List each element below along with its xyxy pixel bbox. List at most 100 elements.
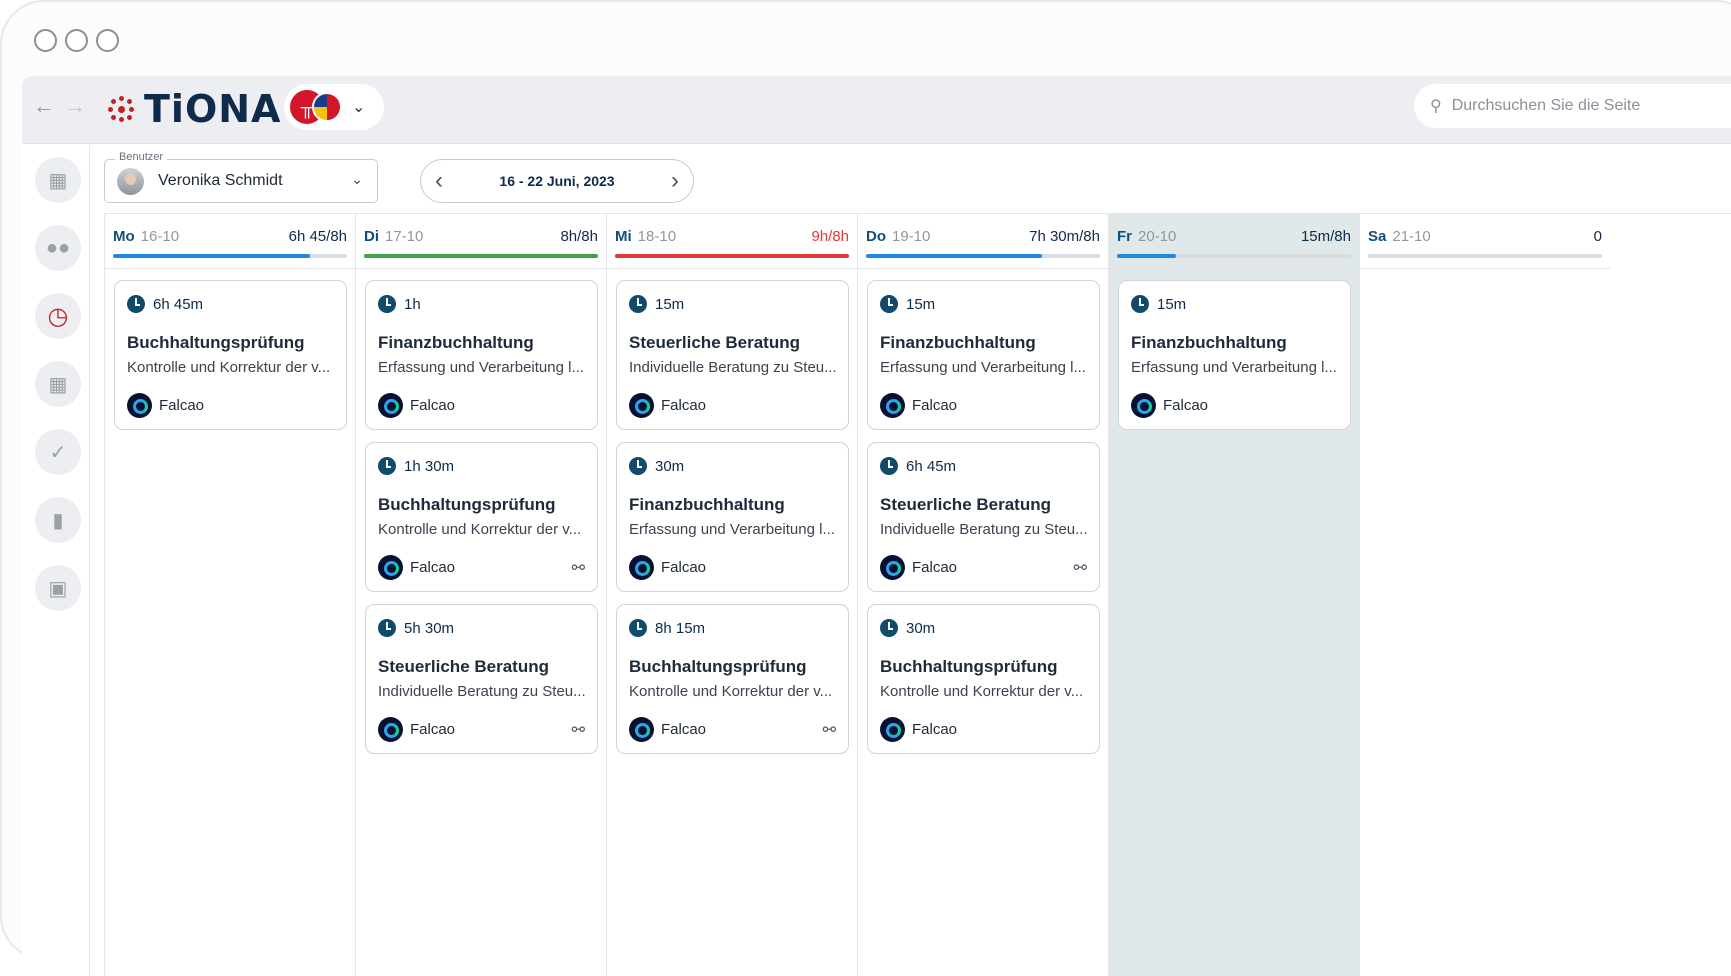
day-label: Mi 18-10 bbox=[615, 228, 676, 245]
entry-duration: 6h 45m bbox=[880, 457, 1087, 475]
duration-text: 15m bbox=[655, 295, 685, 313]
time-add-icon[interactable]: ◷ bbox=[35, 293, 81, 339]
entry-title: Finanzbuchhaltung bbox=[629, 495, 785, 514]
clock-icon bbox=[629, 457, 647, 475]
client-logo-icon bbox=[1131, 393, 1156, 418]
team-icon[interactable]: ●● bbox=[35, 225, 81, 271]
duration-text: 6h 45m bbox=[153, 295, 204, 313]
entry-title: Buchhaltungsprüfung bbox=[378, 495, 556, 514]
client-logo-icon bbox=[880, 393, 905, 418]
time-entry-card[interactable]: 15m Steuerliche Beratung Individuelle Bera… bbox=[616, 280, 849, 430]
entry-client: Falcao bbox=[378, 393, 585, 418]
day-date: 21-10 bbox=[1392, 228, 1431, 245]
entry-duration: 15m bbox=[880, 295, 1087, 313]
clock-icon bbox=[1131, 295, 1149, 313]
link-icon[interactable]: ⚯ bbox=[823, 720, 836, 740]
day-name: Fr bbox=[1117, 228, 1132, 245]
arrow-left-icon[interactable]: ← bbox=[33, 93, 55, 119]
client-name: Falcao bbox=[661, 721, 707, 738]
day-hours: 8h/8h bbox=[560, 228, 598, 245]
briefcase-icon[interactable]: ▣ bbox=[35, 565, 81, 611]
task-check-icon[interactable]: ✓ bbox=[35, 429, 81, 475]
chevron-down-icon: ⌄ bbox=[351, 171, 363, 187]
client-logo-icon bbox=[880, 717, 905, 742]
entry-duration: 15m bbox=[1131, 295, 1338, 313]
next-week-button[interactable]: › bbox=[671, 167, 679, 195]
day-column-mo: Mo 16-10 6h 45/8h 6h 45m Buchhaltungsprüfung… bbox=[104, 214, 355, 976]
day-header: Fr 20-10 15m/8h bbox=[1117, 228, 1351, 245]
document-icon[interactable]: ▮ bbox=[35, 497, 81, 543]
client-logo-icon bbox=[378, 393, 403, 418]
day-header-divider bbox=[858, 268, 1108, 269]
previous-week-button[interactable]: ‹ bbox=[435, 167, 443, 195]
entry-client: Falcao bbox=[629, 555, 836, 580]
tenant-switcher[interactable]: ╥ ⌄ bbox=[284, 84, 384, 130]
clock-icon bbox=[629, 295, 647, 313]
entry-duration: 6h 45m bbox=[127, 295, 334, 313]
day-date: 20-10 bbox=[1138, 228, 1177, 245]
logo-mark-icon bbox=[106, 94, 136, 124]
clock-icon bbox=[880, 295, 898, 313]
client-logo-icon bbox=[629, 393, 654, 418]
search-placeholder: Durchsuchen Sie die Seite bbox=[1451, 97, 1641, 114]
link-icon[interactable]: ⚯ bbox=[1074, 558, 1087, 578]
duration-text: 15m bbox=[1157, 295, 1187, 313]
client-logo-icon bbox=[127, 393, 152, 418]
week-columns: Mo 16-10 6h 45/8h 6h 45m Buchhaltungsprüfung… bbox=[104, 213, 1731, 976]
clock-icon bbox=[880, 457, 898, 475]
duration-text: 5h 30m bbox=[404, 619, 455, 637]
duration-text: 1h 30m bbox=[404, 457, 455, 475]
time-entry-card[interactable]: 30m Buchhaltungsprüfung Kontrolle und Korr… bbox=[867, 604, 1100, 754]
clock-icon bbox=[378, 457, 396, 475]
sidebar: ▦ ●● ◷ ▦ ✓ ▮ ▣ bbox=[22, 145, 90, 976]
duration-text: 6h 45m bbox=[906, 457, 957, 475]
duration-text: 30m bbox=[906, 619, 936, 637]
time-entry-card[interactable]: 8h 15m Buchhaltungsprüfung Kontrolle und K… bbox=[616, 604, 849, 754]
client-logo-icon bbox=[629, 717, 654, 742]
entry-client: Falcao ⚯ bbox=[880, 555, 1087, 580]
timesheet-main: Benutzer Veronika Schmidt ⌄ ‹ 16 - 22 Ju… bbox=[90, 145, 1731, 976]
time-entry-card[interactable]: 6h 45m Steuerliche Beratung Individuelle B… bbox=[867, 442, 1100, 592]
arrow-right-icon[interactable]: → bbox=[64, 93, 86, 119]
calendar-icon[interactable]: ▦ bbox=[35, 361, 81, 407]
day-header: Mo 16-10 6h 45/8h bbox=[113, 228, 347, 245]
day-header: Do 19-10 7h 30m/8h bbox=[866, 228, 1100, 245]
entry-description: Erfassung und Verarbeitung l... bbox=[880, 359, 1086, 376]
clock-icon bbox=[880, 619, 898, 637]
entry-description: Kontrolle und Korrektur der v... bbox=[378, 521, 582, 538]
time-entry-card[interactable]: 15m Finanzbuchhaltung Erfassung und Verarb… bbox=[1118, 280, 1351, 430]
client-name: Falcao bbox=[410, 397, 456, 414]
entry-title: Finanzbuchhaltung bbox=[1131, 333, 1287, 352]
client-logo-icon bbox=[880, 555, 905, 580]
day-progress-bar bbox=[1368, 254, 1602, 258]
day-header-divider bbox=[1360, 268, 1610, 269]
close-window-button[interactable] bbox=[34, 29, 57, 52]
time-entry-card[interactable]: 6h 45m Buchhaltungsprüfung Kontrolle und K… bbox=[114, 280, 347, 430]
day-progress-bar bbox=[364, 254, 598, 258]
day-name: Sa bbox=[1368, 228, 1387, 245]
day-hours: 0 bbox=[1593, 228, 1602, 245]
day-hours: 7h 30m/8h bbox=[1029, 228, 1100, 245]
minimize-window-button[interactable] bbox=[65, 29, 88, 52]
entry-description: Kontrolle und Korrektur der v... bbox=[127, 359, 331, 376]
entry-title: Finanzbuchhaltung bbox=[378, 333, 534, 352]
time-entry-card[interactable]: 1h Finanzbuchhaltung Erfassung und Verarbe… bbox=[365, 280, 598, 430]
day-name: Mo bbox=[113, 228, 135, 245]
link-icon[interactable]: ⚯ bbox=[572, 720, 585, 740]
time-entry-card[interactable]: 5h 30m Steuerliche Beratung Individuelle B… bbox=[365, 604, 598, 754]
client-name: Falcao bbox=[912, 721, 958, 738]
logo[interactable]: TiONA bbox=[106, 87, 281, 131]
time-entry-card[interactable]: 1h 30m Buchhaltungsprüfung Kontrolle und K… bbox=[365, 442, 598, 592]
entry-client: Falcao ⚯ bbox=[629, 717, 836, 742]
duration-text: 1h bbox=[404, 295, 421, 313]
day-progress-fill bbox=[866, 254, 1042, 258]
time-entry-card[interactable]: 30m Finanzbuchhaltung Erfassung und Verarb… bbox=[616, 442, 849, 592]
time-entry-card[interactable]: 15m Finanzbuchhaltung Erfassung und Verarb… bbox=[867, 280, 1100, 430]
week-range: 16 - 22 Juni, 2023 bbox=[499, 173, 615, 189]
maximize-window-button[interactable] bbox=[96, 29, 119, 52]
search-field[interactable]: ⚲ Durchsuchen Sie die Seite bbox=[1414, 84, 1731, 128]
dashboard-icon[interactable]: ▦ bbox=[35, 157, 81, 203]
user-select[interactable]: Benutzer Veronika Schmidt ⌄ bbox=[104, 151, 378, 203]
link-icon[interactable]: ⚯ bbox=[572, 558, 585, 578]
day-progress-bar bbox=[1117, 254, 1351, 258]
